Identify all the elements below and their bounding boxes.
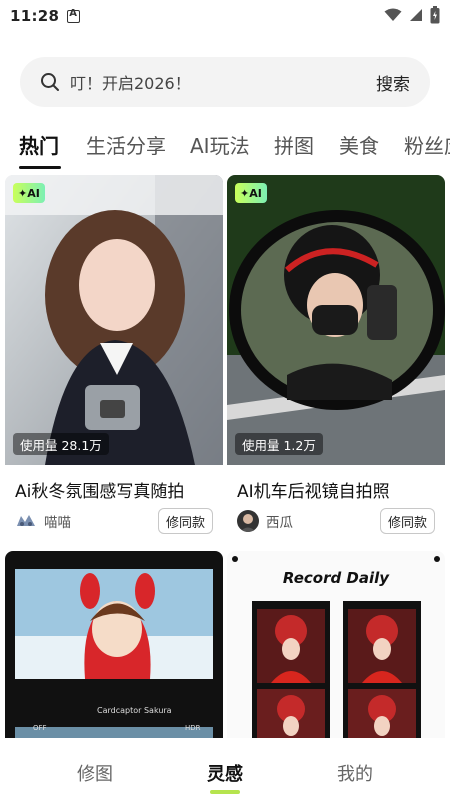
cell-signal-icon xyxy=(410,9,422,21)
ai-badge: ✦AI xyxy=(13,183,45,203)
card-photo[interactable]: ✦AI 使用量 28.1万 xyxy=(5,175,223,465)
nav-inspiration[interactable]: 灵感 xyxy=(207,760,243,786)
category-tabs: 热门 生活分享 AI玩法 拼图 美食 粉丝应 xyxy=(0,126,450,172)
template-card[interactable]: Cardcaptor Sakura OFF HDR xyxy=(5,551,223,738)
tab-food[interactable]: 美食 xyxy=(339,130,379,159)
author-name: 喵喵 xyxy=(44,515,71,531)
nav-edit[interactable]: 修图 xyxy=(77,760,113,786)
card-photo[interactable]: ✦AI 使用量 1.2万 xyxy=(227,175,445,465)
bottom-navigation: 修图 灵感 我的 xyxy=(0,738,450,801)
wifi-icon xyxy=(384,8,402,21)
app-notification-icon xyxy=(67,8,81,23)
tab-ai-play[interactable]: AI玩法 xyxy=(190,130,250,159)
film-marker-left: OFF xyxy=(33,724,47,732)
usage-count: 使用量 28.1万 xyxy=(13,433,109,455)
status-time: 11:28 xyxy=(10,7,60,25)
film-caption: Cardcaptor Sakura xyxy=(97,706,172,715)
usage-count: 使用量 1.2万 xyxy=(235,433,323,455)
mirror-photo xyxy=(227,175,445,465)
battery-icon xyxy=(430,6,440,24)
avatar xyxy=(15,510,37,532)
nav-me[interactable]: 我的 xyxy=(337,760,373,786)
author-name: 西瓜 xyxy=(266,515,293,531)
nav-active-indicator xyxy=(210,790,240,794)
status-bar: 11:28 xyxy=(0,0,450,32)
tab-collage[interactable]: 拼图 xyxy=(274,130,314,159)
search-button[interactable]: 搜索 xyxy=(376,70,410,95)
card-title: AI机车后视镜自拍照 xyxy=(237,482,390,502)
tab-fans[interactable]: 粉丝应 xyxy=(404,130,450,159)
card-title: Ai秋冬氛围感写真随拍 xyxy=(15,482,185,502)
portrait-photo xyxy=(5,175,223,465)
ai-badge: ✦AI xyxy=(235,183,267,203)
search-icon xyxy=(41,73,59,91)
template-card[interactable]: ✦AI 使用量 28.1万 Ai秋冬氛围感写真随拍 喵喵 修同款 xyxy=(5,175,223,545)
tab-underline xyxy=(19,166,61,169)
status-icons xyxy=(384,6,440,24)
template-card[interactable]: Record Daily xyxy=(227,551,445,738)
remix-button[interactable]: 修同款 xyxy=(379,508,435,534)
card-author[interactable]: 喵喵 xyxy=(15,510,71,532)
card-author[interactable]: 西瓜 xyxy=(237,510,293,532)
remix-button[interactable]: 修同款 xyxy=(157,508,213,534)
avatar xyxy=(237,510,259,532)
template-card[interactable]: ✦AI 使用量 1.2万 AI机车后视镜自拍照 西瓜 修同款 xyxy=(227,175,445,545)
search-input[interactable]: 叮！开启2026！ xyxy=(70,70,376,94)
film-marker-right: HDR xyxy=(185,724,201,732)
tab-hot[interactable]: 热门 xyxy=(19,130,59,159)
tab-life-share[interactable]: 生活分享 xyxy=(86,130,166,159)
search-bar[interactable]: 叮！开启2026！ 搜索 xyxy=(20,57,430,107)
record-daily-heading: Record Daily xyxy=(282,569,390,587)
